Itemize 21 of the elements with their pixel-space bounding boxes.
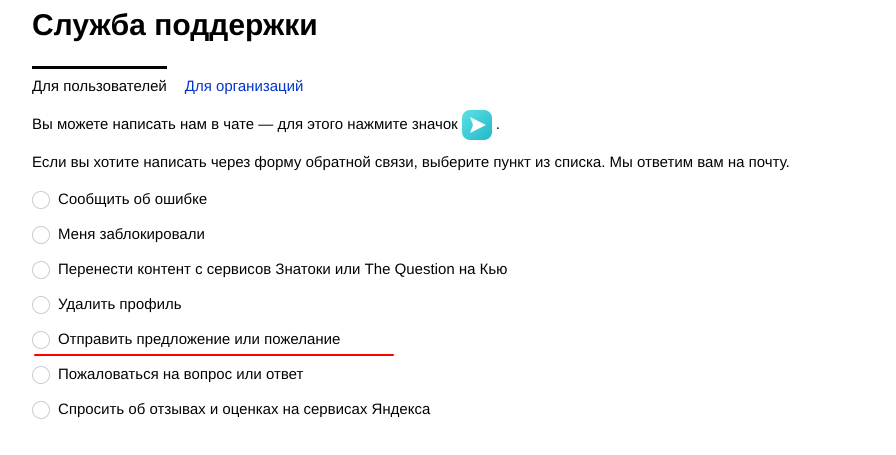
radio-button[interactable] [32, 296, 50, 314]
tab[interactable]: Для организаций [184, 66, 304, 96]
radio-button[interactable] [32, 190, 50, 208]
radio-button[interactable] [32, 330, 50, 348]
radio-button[interactable] [32, 400, 50, 418]
option-label[interactable]: Пожаловаться на вопрос или ответ [58, 366, 304, 383]
option-label[interactable]: Сообщить об ошибке [58, 191, 208, 208]
option-label[interactable]: Меня заблокировали [58, 226, 205, 243]
form-instruction: Если вы хотите написать через форму обратной связи, выберите пункт из списка. Мы ответим вам на почту. [32, 153, 791, 173]
radio-button[interactable] [32, 260, 50, 278]
tab[interactable]: Для пользователей [32, 66, 167, 96]
option-label[interactable]: Отправить предложение или пожелание [58, 331, 340, 348]
radio-button[interactable] [32, 226, 50, 244]
period: . [496, 115, 500, 135]
radio-button[interactable] [32, 366, 50, 384]
option-label[interactable]: Удалить профиль [58, 296, 182, 313]
option-label[interactable]: Спросить об отзывах и оценках на сервисах Яндекса [58, 401, 430, 418]
option-label[interactable]: Перенести контент с сервисов Знатоки или The Question на Кью [58, 261, 508, 278]
chat-instruction: Вы можете написать нам в чате — для этого нажмите значок [32, 115, 458, 135]
send-icon[interactable] [462, 110, 492, 140]
page-title: Служба поддержки [32, 8, 319, 44]
